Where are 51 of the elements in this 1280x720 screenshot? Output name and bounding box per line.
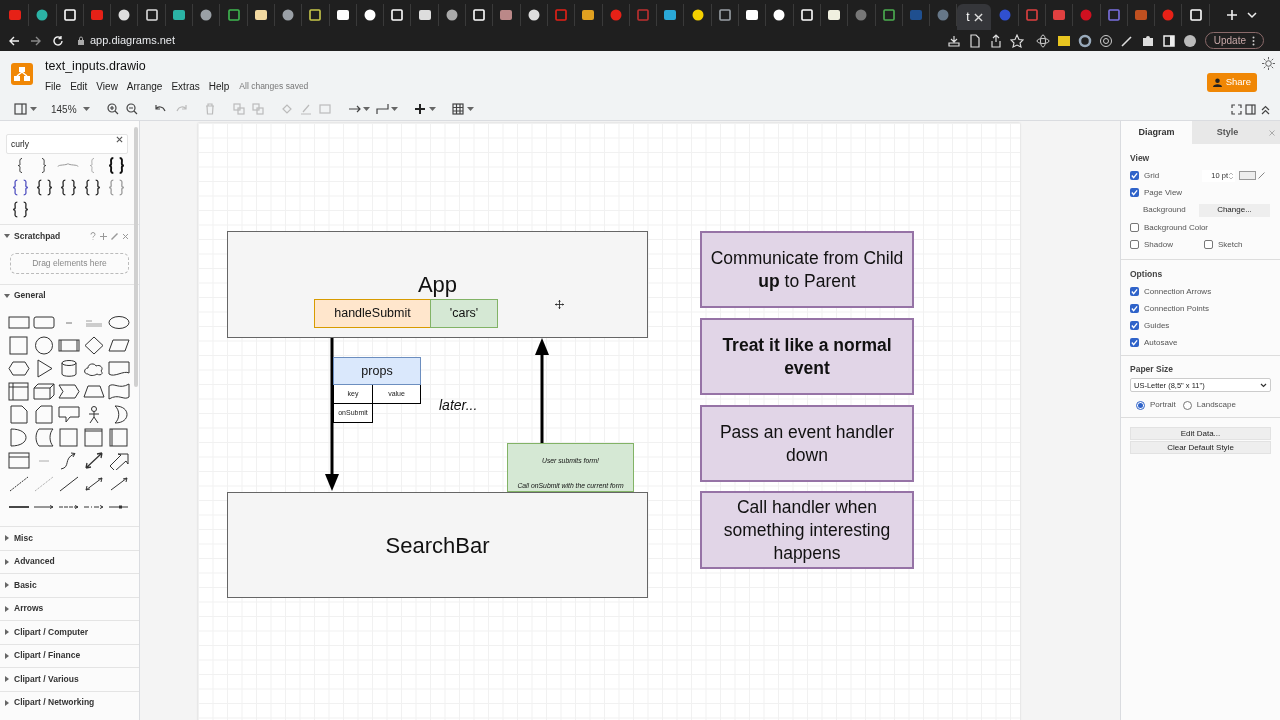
section-header[interactable]: Clipart / Computer <box>14 625 89 639</box>
note-card[interactable]: Communicate from Child up to Parent <box>700 231 914 308</box>
note-card[interactable]: Pass an event handler down <box>700 405 914 482</box>
zoom-level[interactable]: 145% <box>51 101 77 117</box>
menu-item[interactable]: Arrange <box>126 79 163 94</box>
component-box[interactable]: SearchBar <box>227 492 648 598</box>
checkbox-label: Connection Points <box>1144 302 1209 315</box>
section-title: Options <box>1130 267 1164 281</box>
checkbox-label: Guides <box>1144 319 1170 332</box>
radio-label: Portrait <box>1150 399 1176 412</box>
checkbox-label: Grid <box>1144 169 1160 182</box>
section-header[interactable]: Arrows <box>14 602 44 616</box>
menu-item[interactable]: View <box>96 79 118 94</box>
section-title: Paper Size <box>1130 362 1174 376</box>
checkbox-label: Sketch <box>1218 238 1243 251</box>
save-status: All changes saved <box>239 80 309 93</box>
field-label: Background <box>1143 204 1186 217</box>
radio-label: Landscape <box>1196 399 1236 412</box>
checkbox-label: Connection Arrows <box>1144 285 1212 298</box>
menu-item[interactable]: Extras <box>171 79 200 94</box>
section-title: View <box>1130 152 1151 165</box>
section-header[interactable]: Misc <box>14 531 33 545</box>
panel-button[interactable]: Clear Default Style <box>1130 441 1271 455</box>
url-text[interactable]: app.diagrams.net <box>90 32 175 49</box>
change-background-button[interactable]: Change... <box>1199 203 1270 217</box>
checkbox-label: Shadow <box>1144 238 1173 251</box>
section-header[interactable]: Scratchpad <box>14 229 61 243</box>
section-header[interactable]: Clipart / Networking <box>14 696 95 710</box>
section-header[interactable]: Advanced <box>14 555 55 569</box>
menu-item[interactable]: Help <box>208 79 230 94</box>
file-name[interactable]: text_inputs.drawio <box>45 58 309 74</box>
browser-tab[interactable]: t <box>957 4 992 30</box>
annotation-text[interactable]: later... <box>439 395 478 416</box>
section-header[interactable]: General <box>14 289 46 303</box>
checkbox-label: Background Color <box>1144 221 1209 234</box>
section-header[interactable]: Basic <box>14 578 37 592</box>
search-field[interactable]: curly <box>6 134 128 154</box>
menu-item[interactable]: File <box>45 79 62 94</box>
menu-item[interactable]: Edit <box>70 79 88 94</box>
state-chip[interactable]: 'cars' <box>430 299 498 328</box>
state-chip[interactable]: handleSubmit <box>314 299 431 328</box>
note-card[interactable]: Call handler when something interesting happens <box>700 491 914 569</box>
panel-tab[interactable]: Style <box>1192 121 1263 144</box>
section-header[interactable]: Clipart / Various <box>14 672 79 686</box>
checkbox-label: Autosave <box>1144 336 1178 349</box>
checkbox-label: Page View <box>1144 186 1183 199</box>
section-header[interactable]: Clipart / Finance <box>14 649 81 663</box>
note-card[interactable]: Treat it like a normal event <box>700 318 914 395</box>
panel-button[interactable]: Edit Data... <box>1130 427 1271 441</box>
table-header[interactable]: props <box>333 357 421 385</box>
drop-zone[interactable]: Drag elements here <box>10 252 129 274</box>
